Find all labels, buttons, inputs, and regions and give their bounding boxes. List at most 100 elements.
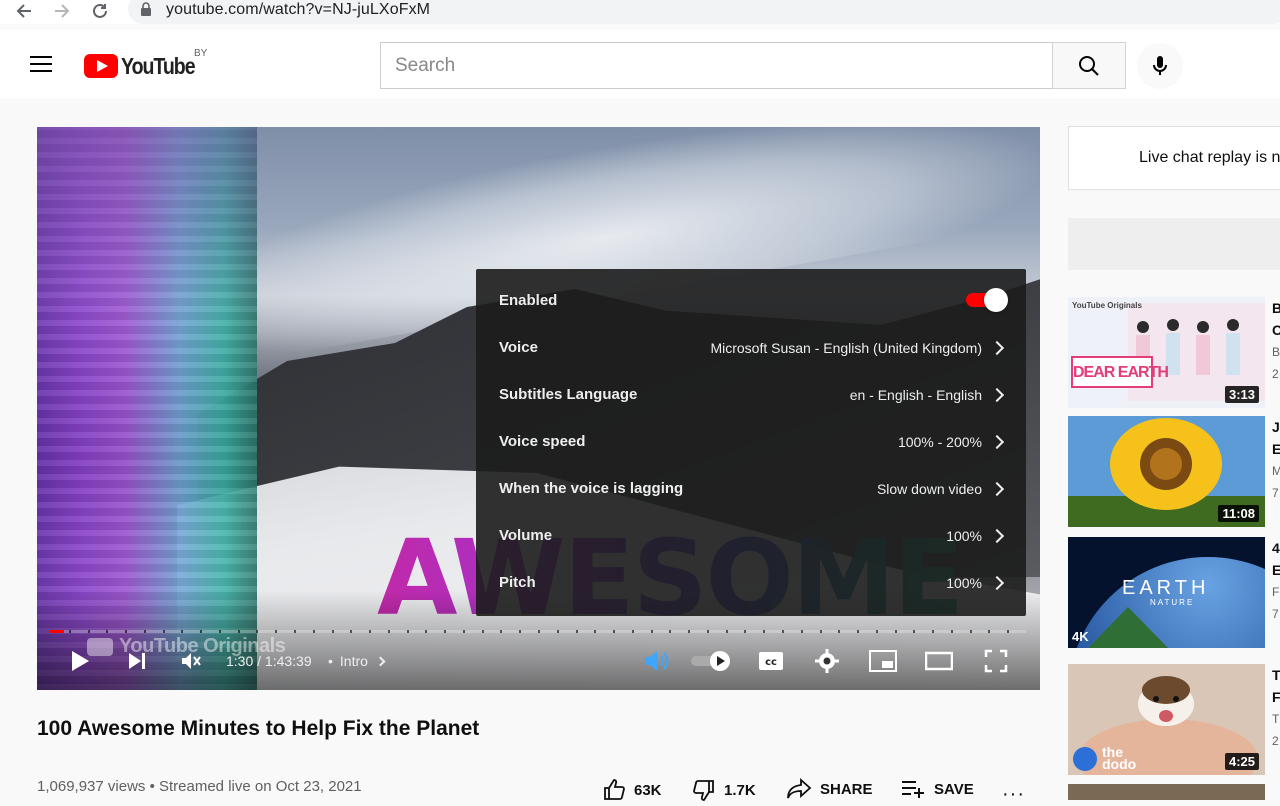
- theater-mode-icon: [925, 651, 953, 671]
- logo-text: YouTube: [121, 52, 196, 79]
- chapter-marker: [651, 630, 653, 633]
- settings-value: 100% - 200%: [897, 433, 982, 450]
- search-box: [380, 42, 1053, 89]
- more-actions-icon[interactable]: ···: [1002, 783, 1025, 806]
- settings-value: 100%: [946, 574, 982, 591]
- recommendation-title: T: [1272, 667, 1280, 683]
- settings-button[interactable]: [813, 645, 841, 677]
- enabled-toggle[interactable]: [966, 288, 1008, 312]
- settings-row-enabled[interactable]: Enabled: [476, 277, 1026, 324]
- chevron-right-icon: [989, 575, 1005, 590]
- back-button[interactable]: [12, 0, 36, 22]
- share-icon: [787, 778, 812, 799]
- next-button[interactable]: [122, 645, 152, 677]
- save-button[interactable]: SAVE: [900, 778, 974, 800]
- mute-button[interactable]: [176, 645, 206, 677]
- chapter-marker: [200, 630, 202, 633]
- chapter-button[interactable]: • Intro: [328, 653, 386, 669]
- chapter-marker: [951, 630, 953, 633]
- recommendation-details[interactable]: J E M 7: [1272, 416, 1280, 504]
- like-button[interactable]: 63K: [602, 778, 662, 802]
- recommendation-thumbnail[interactable]: EARTH NATURE 4K: [1068, 537, 1265, 648]
- voice-settings-panel: Enabled Voice Microsoft Susan - English (U…: [476, 269, 1026, 616]
- recommendation-details[interactable]: B C B 2: [1272, 297, 1280, 385]
- settings-label: When the voice is lagging: [499, 480, 684, 497]
- chapter-marker: [988, 630, 990, 633]
- chapter-marker: [463, 630, 465, 633]
- recommendation-views: 2: [1272, 734, 1279, 748]
- chapter-marker: [538, 630, 540, 633]
- forward-button[interactable]: [50, 0, 74, 22]
- thumbs-down-icon: [693, 780, 714, 801]
- share-label: SHARE: [820, 780, 873, 798]
- live-chat-replay[interactable]: Live chat replay is n: [1068, 126, 1280, 190]
- settings-value: Microsoft Susan - English (United Kingdo…: [710, 339, 982, 356]
- subtitles-button[interactable]: cc: [757, 645, 785, 677]
- autoplay-toggle[interactable]: [689, 645, 733, 677]
- play-button[interactable]: [65, 645, 95, 677]
- recommendation-details[interactable]: 4 E F 7: [1272, 537, 1280, 625]
- settings-row-subtitles-language[interactable]: Subtitles Language en - English - English: [476, 371, 1026, 418]
- country-code: BY: [194, 48, 208, 59]
- chapter-marker: [913, 630, 915, 633]
- thumbnail-text: EARTH: [1122, 577, 1210, 599]
- theater-mode-button[interactable]: [924, 645, 954, 677]
- recommendation-title: B: [1272, 300, 1280, 316]
- chapter-marker: [144, 630, 146, 633]
- channel-badge: YouTube Originals: [1072, 301, 1142, 310]
- add-to-playlist-icon: [902, 781, 924, 798]
- chapter-marker: [594, 630, 596, 633]
- save-label: SAVE: [934, 780, 974, 798]
- progress-bar[interactable]: [50, 630, 1026, 633]
- browser-toolbar: youtube.com/watch?v=NJ-juLXoFxM: [0, 0, 1280, 24]
- chapter-title: Intro: [339, 653, 368, 669]
- arrow-left-icon: [16, 4, 31, 18]
- chapter-marker: [820, 630, 822, 633]
- settings-row-pitch[interactable]: Pitch 100%: [476, 559, 1026, 606]
- chapter-marker: [970, 630, 972, 633]
- chapter-marker: [500, 630, 502, 633]
- autoplay-icon: [691, 651, 730, 671]
- youtube-logo[interactable]: YouTube: [84, 52, 208, 80]
- address-bar[interactable]: youtube.com/watch?v=NJ-juLXoFxM: [128, 0, 1280, 24]
- settings-label: Voice: [499, 339, 538, 356]
- video-duration: 3:13: [1224, 386, 1259, 403]
- search-button[interactable]: [1052, 42, 1126, 89]
- settings-row-volume[interactable]: Volume 100%: [476, 512, 1026, 559]
- chapter-marker: [256, 630, 258, 633]
- voice-search-button[interactable]: [1137, 43, 1183, 89]
- settings-row-when-the-voice-is-lagging[interactable]: When the voice is lagging Slow down video: [476, 465, 1026, 512]
- recommendation-thumbnail[interactable]: 11:08: [1068, 416, 1265, 527]
- chapter-marker: [294, 630, 296, 633]
- menu-icon[interactable]: [30, 56, 54, 74]
- chapter-marker: [707, 630, 709, 633]
- share-button[interactable]: SHARE: [786, 778, 873, 800]
- dislike-button[interactable]: 1.7K: [692, 778, 756, 802]
- chevron-right-icon: [989, 528, 1005, 543]
- settings-row-voice-speed[interactable]: Voice speed 100% - 200%: [476, 418, 1026, 465]
- chapter-marker: [763, 630, 765, 633]
- chapter-marker: [482, 630, 484, 633]
- settings-row-voice[interactable]: Voice Microsoft Susan - English (United K…: [476, 324, 1026, 371]
- chevron-right-icon: [989, 387, 1005, 402]
- voice-over-button[interactable]: [639, 645, 673, 677]
- search-input[interactable]: [381, 43, 1053, 88]
- recommendation-details[interactable]: T F T 2: [1272, 664, 1280, 752]
- chapter-marker: [857, 630, 859, 633]
- recommendation-views: 7: [1272, 486, 1279, 500]
- time-display: 1:30 / 1:43:39: [226, 653, 312, 669]
- quality-badge: 4K: [1072, 629, 1089, 644]
- recommendation-views: 7: [1272, 607, 1279, 621]
- chapter-marker: [369, 630, 371, 633]
- reload-button[interactable]: [88, 0, 112, 22]
- chapter-marker: [388, 630, 390, 633]
- video-title: 100 Awesome Minutes to Help Fix the Plan…: [37, 717, 480, 740]
- chapter-marker: [726, 630, 728, 633]
- fullscreen-button[interactable]: [982, 645, 1010, 677]
- recommendation-thumbnail[interactable]: [1068, 784, 1265, 800]
- recommendation-thumbnail[interactable]: the dodo 4:25: [1068, 664, 1265, 775]
- recommendation-thumbnail[interactable]: YouTube Originals DEAR EARTH 3:13: [1068, 297, 1265, 408]
- miniplayer-button[interactable]: [868, 645, 898, 677]
- video-player[interactable]: AWESOME YouTube Originals EnabledVoiceMi…: [37, 127, 1040, 690]
- chapter-marker: [613, 630, 615, 633]
